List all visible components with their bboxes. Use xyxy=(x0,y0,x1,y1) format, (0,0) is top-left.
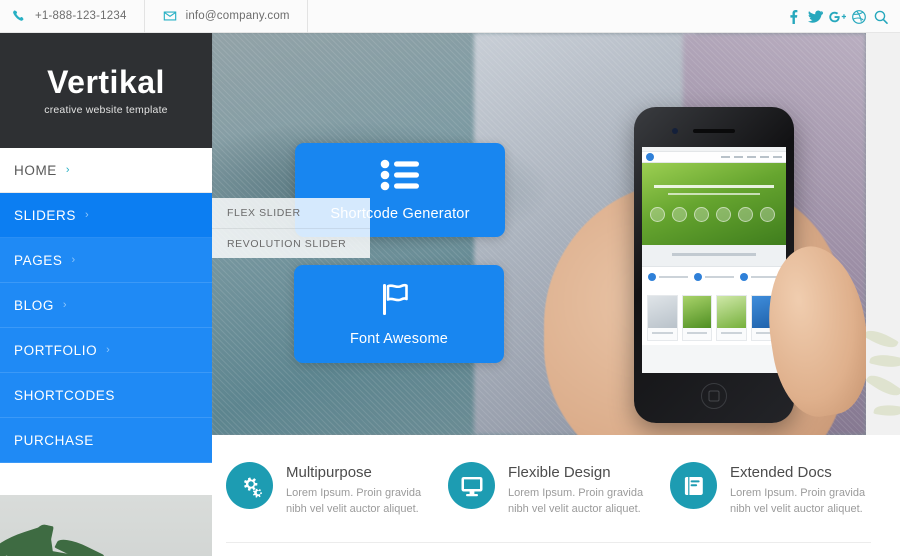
features-section: Multipurpose Lorem Ipsum. Proin gravida … xyxy=(212,435,900,556)
sidebar-item-label: BLOG xyxy=(14,297,54,313)
feature-title: Extended Docs xyxy=(730,464,832,481)
screen-nav xyxy=(642,152,786,163)
submenu-item-label: FLEX SLIDER xyxy=(227,207,301,219)
plant-leaf xyxy=(866,370,900,401)
submenu-item-flex-slider[interactable]: FLEX SLIDER xyxy=(212,198,370,228)
phone-icon xyxy=(12,9,26,23)
sidebar-item-pages[interactable]: PAGES › xyxy=(0,238,212,283)
search-icon[interactable] xyxy=(870,0,892,33)
screen-hero xyxy=(642,163,786,245)
feature-multipurpose[interactable]: Multipurpose Lorem Ipsum. Proin gravida … xyxy=(226,462,448,518)
sidebar-item-label: SLIDERS xyxy=(14,207,76,223)
plant-leaf xyxy=(866,325,899,353)
submenu-item-revolution-slider[interactable]: REVOLUTION SLIDER xyxy=(212,228,370,258)
right-edge-panel xyxy=(866,33,900,435)
features-divider xyxy=(226,542,871,543)
main-navigation: HOME › SLIDERS › PAGES › BLOG › PORTFOLI… xyxy=(0,148,212,463)
sidebar-item-home[interactable]: HOME › xyxy=(0,148,212,193)
email-address: info@company.com xyxy=(185,10,290,22)
phone-number: +1-888-123-1234 xyxy=(35,10,127,22)
feature-text: Flexible Design Lorem Ipsum. Proin gravi… xyxy=(508,462,662,518)
chevron-right-icon: › xyxy=(106,344,111,356)
features-row: Multipurpose Lorem Ipsum. Proin gravida … xyxy=(212,435,900,518)
sidebar-item-label: PAGES xyxy=(14,252,63,268)
feature-text: Extended Docs Lorem Ipsum. Proin gravida… xyxy=(730,462,884,518)
sidebar-item-label: HOME xyxy=(14,162,57,178)
screen-features xyxy=(642,267,786,291)
twitter-icon[interactable] xyxy=(804,0,826,33)
sidebar-item-label: PORTFOLIO xyxy=(14,342,98,358)
plant-leaf xyxy=(869,351,900,371)
feature-description: Lorem Ipsum. Proin gravida nibh vel veli… xyxy=(286,487,422,515)
dribbble-icon[interactable] xyxy=(848,0,870,33)
feature-description: Lorem Ipsum. Proin gravida nibh vel veli… xyxy=(508,487,644,515)
screen-nav-items xyxy=(721,156,782,158)
facebook-icon[interactable] xyxy=(782,0,804,33)
chevron-right-icon: › xyxy=(84,209,90,221)
feature-text: Multipurpose Lorem Ipsum. Proin gravida … xyxy=(286,462,440,518)
feature-flexible-design[interactable]: Flexible Design Lorem Ipsum. Proin gravi… xyxy=(448,462,670,518)
feature-extended-docs[interactable]: Extended Docs Lorem Ipsum. Proin gravida… xyxy=(670,462,892,518)
submenu-item-label: REVOLUTION SLIDER xyxy=(227,237,347,250)
chevron-right-icon: › xyxy=(71,254,76,266)
chevron-right-icon: › xyxy=(62,299,68,311)
smartphone xyxy=(634,107,794,423)
book-icon xyxy=(670,462,717,509)
logo-title: Vertikal xyxy=(47,63,165,100)
envelope-icon xyxy=(163,9,177,23)
google-plus-icon[interactable] xyxy=(826,0,848,33)
phone-screen xyxy=(642,147,786,373)
sidebar-item-blog[interactable]: BLOG › xyxy=(0,283,212,328)
social-links xyxy=(782,0,892,33)
feature-box-font-awesome[interactable]: Font Awesome xyxy=(294,265,504,363)
top-bar-contacts: +1-888-123-1234 info@company.com xyxy=(0,0,308,33)
hand-holding-phone xyxy=(544,61,866,435)
sidebar-item-label: PURCHASE xyxy=(14,432,94,448)
sliders-submenu: FLEX SLIDER REVOLUTION SLIDER xyxy=(212,198,370,258)
sidebar: Vertikal creative website template HOME … xyxy=(0,33,212,556)
feature-title: Flexible Design xyxy=(508,464,611,481)
plant-leaf xyxy=(873,402,900,419)
flag-icon xyxy=(381,282,417,321)
top-bar: +1-888-123-1234 info@company.com xyxy=(0,0,900,33)
feature-description: Lorem Ipsum. Proin gravida nibh vel veli… xyxy=(730,487,866,515)
email-contact[interactable]: info@company.com xyxy=(145,0,308,33)
sidebar-item-sliders[interactable]: SLIDERS › xyxy=(0,193,212,238)
phone-home-button xyxy=(701,383,727,409)
logo[interactable]: Vertikal creative website template xyxy=(0,33,212,148)
page-root: +1-888-123-1234 info@company.com Vertika… xyxy=(0,0,900,556)
screen-welcome-band xyxy=(642,245,786,267)
chevron-right-icon: › xyxy=(65,164,71,176)
sidebar-item-shortcodes[interactable]: SHORTCODES xyxy=(0,373,212,418)
sidebar-photo xyxy=(0,495,212,556)
feature-box-label: Font Awesome xyxy=(349,330,449,347)
sidebar-item-portfolio[interactable]: PORTFOLIO › xyxy=(0,328,212,373)
screen-portfolio-grid xyxy=(642,291,786,345)
logo-tagline: creative website template xyxy=(44,103,168,116)
monitor-icon xyxy=(448,462,495,509)
phone-speaker xyxy=(693,129,735,133)
list-icon xyxy=(380,159,420,196)
phone-camera xyxy=(672,128,678,134)
feature-title: Multipurpose xyxy=(286,464,372,481)
screen-logo xyxy=(646,153,654,161)
sidebar-item-purchase[interactable]: PURCHASE xyxy=(0,418,212,463)
phone-contact[interactable]: +1-888-123-1234 xyxy=(0,0,145,33)
gears-icon xyxy=(226,462,273,509)
sidebar-item-label: SHORTCODES xyxy=(14,387,116,403)
